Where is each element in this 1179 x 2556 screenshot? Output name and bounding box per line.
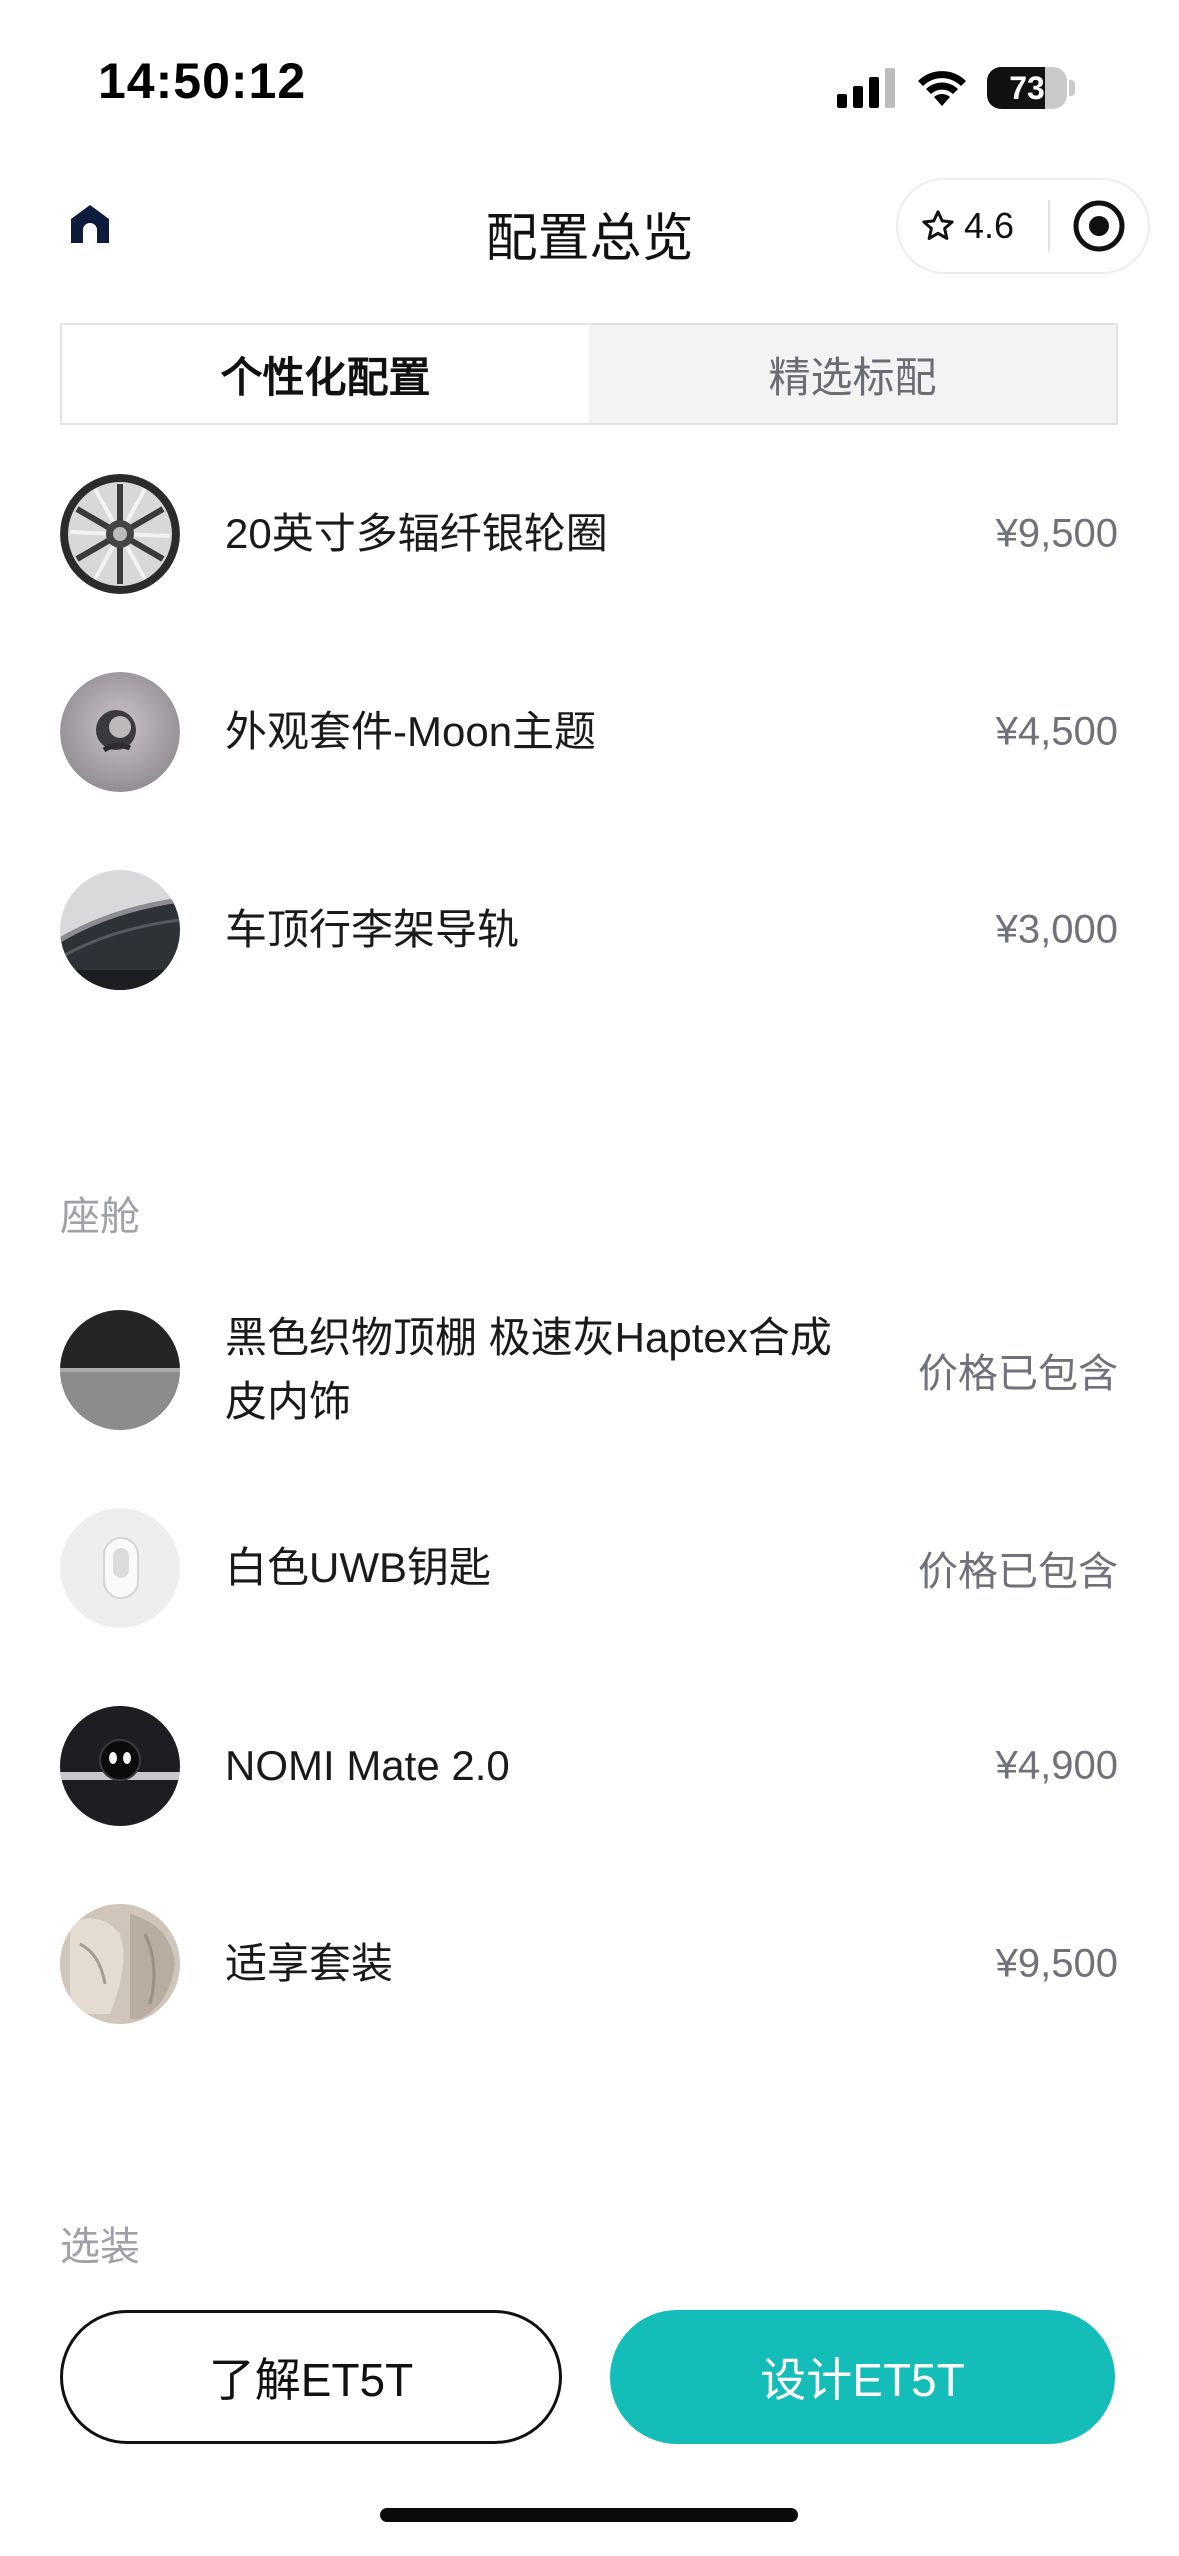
- tab-standard[interactable]: 精选标配: [589, 325, 1116, 423]
- design-button[interactable]: 设计ET5T: [610, 2310, 1115, 2444]
- signal-icon: [837, 68, 895, 108]
- item-label: 车顶行李架导轨: [225, 906, 520, 953]
- battery-indicator: 73: [987, 67, 1075, 109]
- item-label: 20英寸多辐纤银轮圈: [225, 510, 608, 557]
- item-price: ¥3,000: [995, 907, 1118, 952]
- wifi-icon: [918, 71, 966, 106]
- rating-value: 4.6: [964, 205, 1015, 246]
- item-label: NOMI Mate 2.0: [225, 1742, 510, 1789]
- star-outline-icon: [922, 210, 954, 240]
- item-price: ¥9,500: [995, 1941, 1118, 1986]
- seat-thumb: [60, 1904, 180, 2024]
- status-time: 14:50:12: [98, 53, 307, 109]
- target-icon: [1073, 200, 1125, 252]
- item-label: 白色UWB钥匙: [225, 1544, 491, 1591]
- item-price: 价格已包含: [918, 1352, 1118, 1396]
- list-item[interactable]: 20英寸多辐纤银轮圈 ¥9,500: [60, 474, 1118, 594]
- item-price: ¥4,900: [995, 1743, 1118, 1788]
- list-item[interactable]: NOMI Mate 2.0 ¥4,900: [60, 1706, 1118, 1826]
- config-tabs: 个性化配置 精选标配: [60, 323, 1118, 425]
- learn-button[interactable]: 了解ET5T: [60, 2310, 562, 2444]
- status-icons: 73: [837, 60, 1075, 116]
- close-miniprogram-button[interactable]: [1050, 198, 1148, 254]
- list-item[interactable]: 白色UWB钥匙 价格已包含: [60, 1508, 1118, 1628]
- battery-text: 73: [1009, 69, 1045, 106]
- list-item[interactable]: 车顶行李架导轨 ¥3,000: [60, 870, 1118, 990]
- section-title-options: 选装: [60, 2225, 140, 2269]
- moon-theme-thumb: [60, 672, 180, 792]
- item-label: 黑色织物顶棚 极速灰Haptex合成皮内饰: [225, 1314, 832, 1425]
- mini-program-capsule: 4.6: [896, 178, 1150, 274]
- tab-personalized[interactable]: 个性化配置: [62, 325, 589, 423]
- section-title-cabin: 座舱: [60, 1195, 140, 1239]
- list-item[interactable]: 黑色织物顶棚 极速灰Haptex合成皮内饰 价格已包含: [60, 1310, 1118, 1430]
- list-item[interactable]: 外观套件-Moon主题 ¥4,500: [60, 672, 1118, 792]
- item-price: 价格已包含: [918, 1550, 1118, 1594]
- home-indicator: [380, 2508, 798, 2522]
- nomi-thumb: [60, 1706, 180, 1826]
- key-thumb: [60, 1508, 180, 1628]
- item-price: ¥4,500: [995, 709, 1118, 754]
- item-price: ¥9,500: [995, 511, 1118, 556]
- list-item[interactable]: 适享套装 ¥9,500: [60, 1904, 1118, 2024]
- item-label: 适享套装: [225, 1940, 394, 1987]
- wheel-thumb: [60, 474, 180, 594]
- rating-button[interactable]: 4.6: [898, 205, 1048, 247]
- roof-rail-thumb: [60, 870, 180, 990]
- interior-thumb: [60, 1310, 180, 1430]
- item-label: 外观套件-Moon主题: [225, 708, 597, 755]
